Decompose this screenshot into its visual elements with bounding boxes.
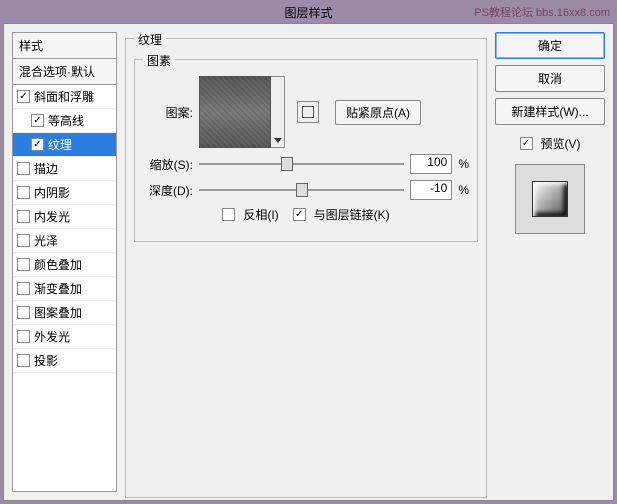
- layer-style-dialog: 图层样式 PS教程论坛 bbs.16xx8.com 样式 混合选项·默认 斜面和…: [3, 3, 614, 501]
- style-item-label: 等高线: [48, 112, 84, 129]
- style-item-10[interactable]: 外发光: [13, 325, 116, 349]
- window-title: 图层样式: [284, 6, 332, 20]
- style-item-0[interactable]: 斜面和浮雕: [13, 85, 116, 109]
- ok-button[interactable]: 确定: [495, 32, 605, 59]
- style-item-label: 纹理: [48, 136, 72, 153]
- style-item-1[interactable]: 等高线: [13, 109, 116, 133]
- style-item-checkbox[interactable]: [17, 210, 30, 223]
- style-item-3[interactable]: 描边: [13, 157, 116, 181]
- scale-label: 缩放(S):: [143, 156, 193, 173]
- style-item-label: 内阴影: [34, 184, 70, 201]
- style-item-label: 颜色叠加: [34, 256, 82, 273]
- styles-header[interactable]: 样式: [12, 32, 117, 58]
- texture-settings-panel: 纹理 图素 图案: 贴紧原点(A) 缩放(S):: [125, 32, 487, 492]
- scale-percent: %: [458, 157, 469, 171]
- cancel-button[interactable]: 取消: [495, 65, 605, 92]
- new-style-button[interactable]: 新建样式(W)...: [495, 98, 605, 125]
- style-item-checkbox[interactable]: [17, 354, 30, 367]
- action-panel: 确定 取消 新建样式(W)... 预览(V): [495, 32, 605, 492]
- style-item-checkbox[interactable]: [17, 282, 30, 295]
- style-item-label: 内发光: [34, 208, 70, 225]
- preview-checkbox[interactable]: 预览(V): [495, 135, 605, 152]
- style-item-checkbox[interactable]: [17, 186, 30, 199]
- scale-row: 缩放(S): 100 %: [143, 154, 469, 174]
- pattern-swatch[interactable]: [199, 76, 271, 148]
- invert-checkbox[interactable]: 反相(I): [222, 206, 278, 223]
- style-item-checkbox[interactable]: [31, 114, 44, 127]
- style-item-6[interactable]: 光泽: [13, 229, 116, 253]
- elements-group: 图素 图案: 贴紧原点(A) 缩放(S):: [134, 59, 478, 242]
- style-item-8[interactable]: 渐变叠加: [13, 277, 116, 301]
- style-item-label: 渐变叠加: [34, 280, 82, 297]
- texture-group-label: 纹理: [134, 31, 166, 48]
- styles-panel: 样式 混合选项·默认 斜面和浮雕等高线纹理描边内阴影内发光光泽颜色叠加渐变叠加图…: [12, 32, 117, 492]
- scale-input[interactable]: 100: [410, 154, 452, 174]
- style-item-label: 光泽: [34, 232, 58, 249]
- style-item-checkbox[interactable]: [17, 258, 30, 271]
- style-item-4[interactable]: 内阴影: [13, 181, 116, 205]
- pattern-dropdown-arrow[interactable]: [271, 76, 285, 148]
- invert-label: 反相(I): [243, 206, 278, 223]
- blending-options[interactable]: 混合选项·默认: [12, 58, 117, 84]
- depth-percent: %: [458, 183, 469, 197]
- elements-group-label: 图素: [143, 52, 175, 69]
- style-item-checkbox[interactable]: [17, 306, 30, 319]
- style-item-11[interactable]: 投影: [13, 349, 116, 373]
- style-item-checkbox[interactable]: [17, 234, 30, 247]
- link-checkbox[interactable]: 与图层链接(K): [293, 206, 390, 223]
- style-item-9[interactable]: 图案叠加: [13, 301, 116, 325]
- style-item-label: 描边: [34, 160, 58, 177]
- depth-input[interactable]: -10: [410, 180, 452, 200]
- depth-row: 深度(D): -10 %: [143, 180, 469, 200]
- texture-group: 纹理 图素 图案: 贴紧原点(A) 缩放(S):: [125, 38, 487, 498]
- style-item-7[interactable]: 颜色叠加: [13, 253, 116, 277]
- style-item-label: 图案叠加: [34, 304, 82, 321]
- watermark: PS教程论坛 bbs.16xx8.com: [474, 3, 610, 23]
- dialog-body: 样式 混合选项·默认 斜面和浮雕等高线纹理描边内阴影内发光光泽颜色叠加渐变叠加图…: [3, 23, 614, 501]
- style-item-checkbox[interactable]: [17, 90, 30, 103]
- style-item-label: 投影: [34, 352, 58, 369]
- depth-label: 深度(D):: [143, 182, 193, 199]
- checkbox-row: 反相(I) 与图层链接(K): [143, 206, 469, 223]
- style-item-checkbox[interactable]: [17, 162, 30, 175]
- link-label: 与图层链接(K): [314, 206, 390, 223]
- pattern-row: 图案: 贴紧原点(A): [143, 76, 469, 148]
- style-item-checkbox[interactable]: [17, 330, 30, 343]
- titlebar: 图层样式 PS教程论坛 bbs.16xx8.com: [3, 3, 614, 23]
- create-pattern-icon[interactable]: [297, 101, 319, 123]
- style-item-5[interactable]: 内发光: [13, 205, 116, 229]
- style-item-checkbox[interactable]: [31, 138, 44, 151]
- style-list: 斜面和浮雕等高线纹理描边内阴影内发光光泽颜色叠加渐变叠加图案叠加外发光投影: [12, 84, 117, 492]
- style-item-2[interactable]: 纹理: [13, 133, 116, 157]
- pattern-label: 图案:: [143, 104, 193, 121]
- depth-slider[interactable]: [199, 182, 404, 198]
- style-item-label: 斜面和浮雕: [34, 88, 94, 105]
- preview-bevel-icon: [532, 181, 568, 217]
- preview-box: [515, 164, 585, 234]
- scale-slider[interactable]: [199, 156, 404, 172]
- preview-label: 预览(V): [541, 135, 581, 152]
- style-item-label: 外发光: [34, 328, 70, 345]
- snap-origin-button[interactable]: 贴紧原点(A): [335, 100, 421, 125]
